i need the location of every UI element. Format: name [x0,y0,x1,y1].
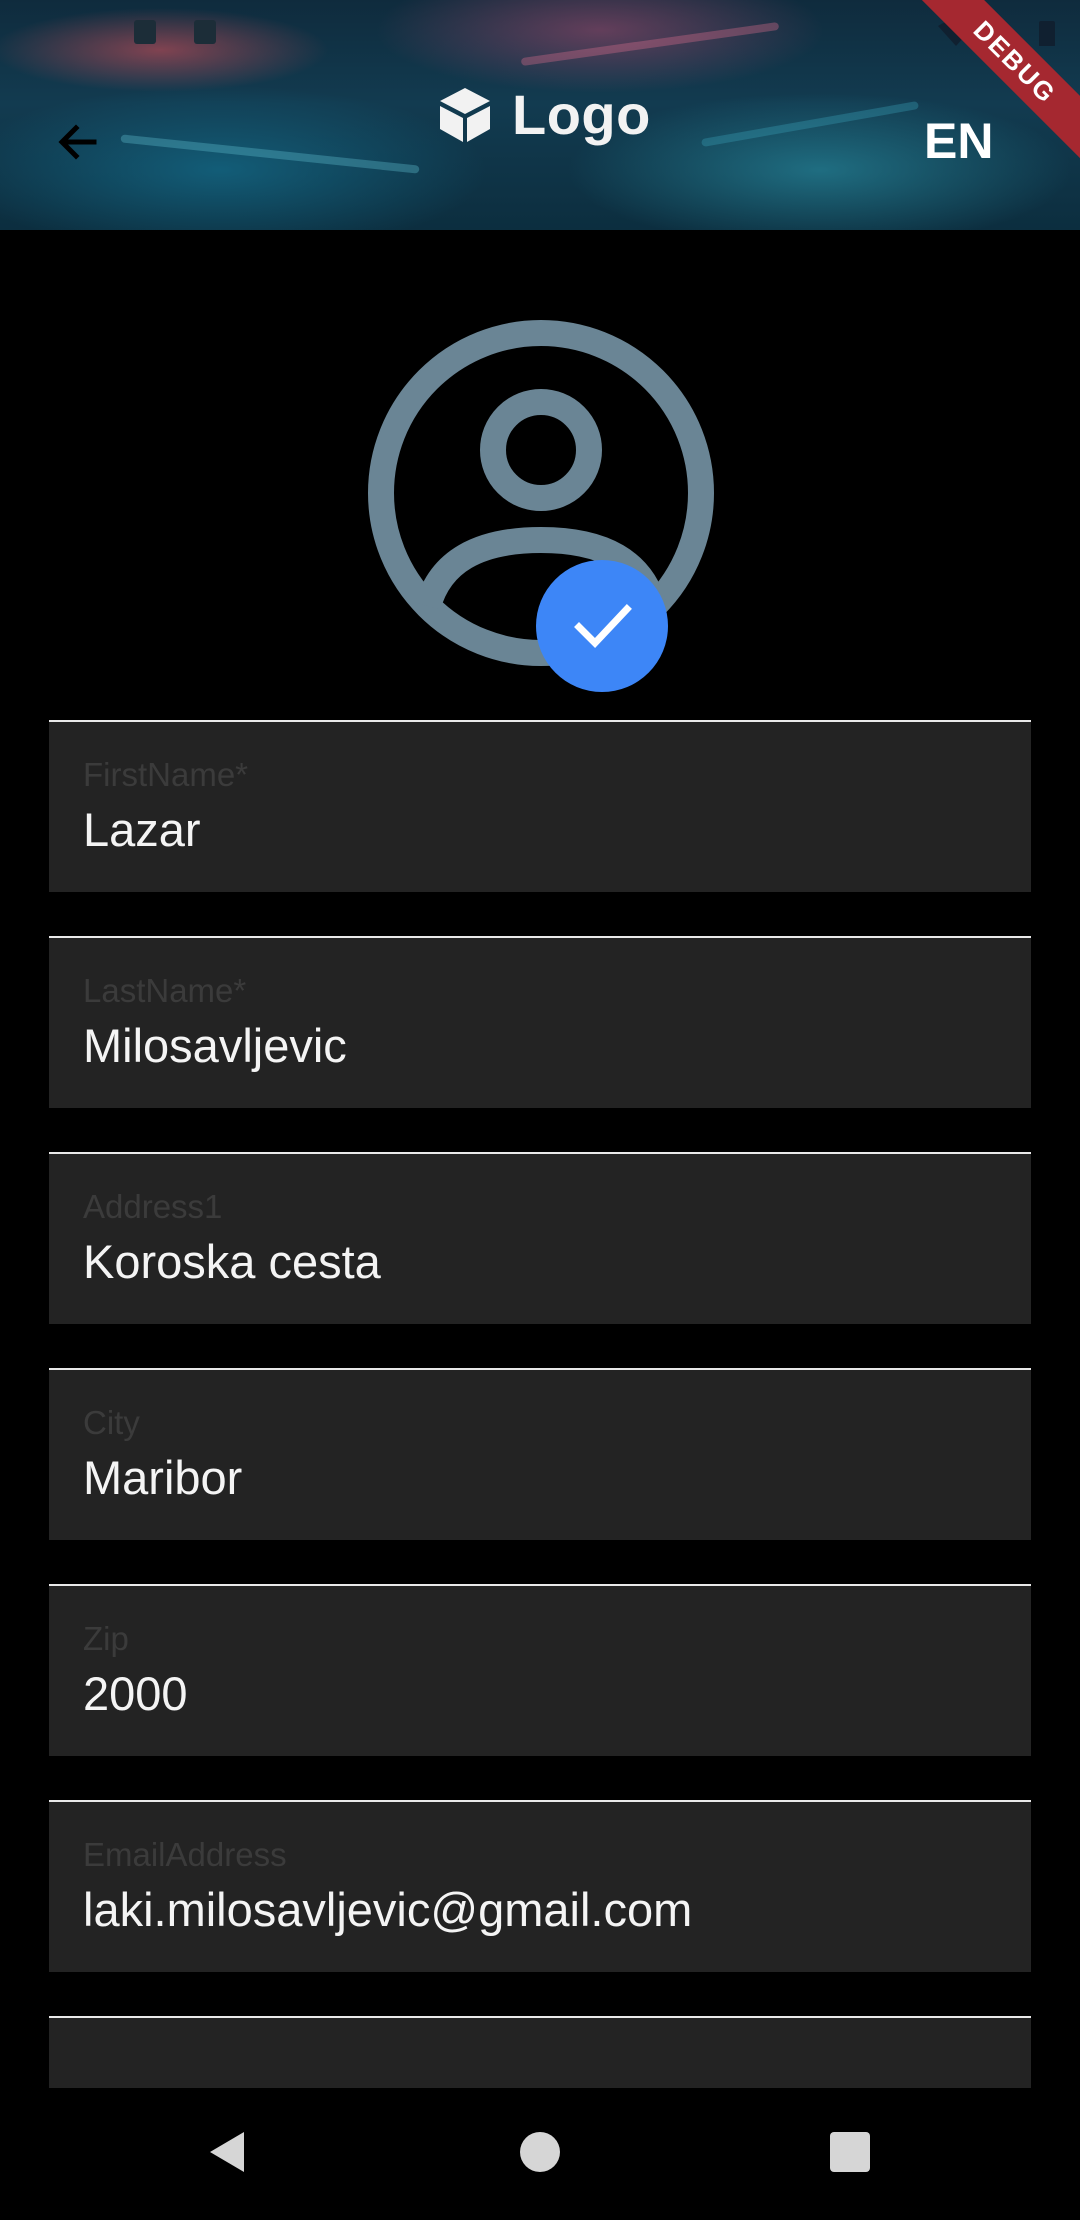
field-label: FirstName* [83,756,249,793]
field-value: laki.milosavljevic@gmail.com [83,1883,693,1936]
field-label: City [83,1404,140,1441]
nav-home-icon[interactable] [518,2128,562,2176]
logo-text: Logo [512,82,651,146]
city-field[interactable]: City Maribor [49,1368,1031,1540]
system-nav-bar [0,2088,1080,2220]
header-decoration [700,100,920,148]
language-selector[interactable]: EN [924,112,993,170]
field-value: Milosavljevic [83,1019,347,1072]
field-value: Lazar [83,803,201,856]
last-name-field[interactable]: LastName* Milosavljevic [49,936,1031,1108]
sim-icon [134,20,156,44]
nav-back-icon[interactable] [206,2128,248,2176]
first-name-field[interactable]: FirstName* Lazar [49,720,1031,892]
field-label: EmailAddress [83,1836,287,1873]
cube-icon [440,88,490,142]
zip-field[interactable]: Zip 2000 [49,1584,1031,1756]
field-value: Koroska cesta [83,1235,381,1288]
field-label: LastName* [83,972,247,1009]
field-value: 2000 [83,1667,188,1720]
battery-icon [1039,21,1055,46]
field-value: Maribor [83,1451,243,1504]
header-decoration [120,134,420,174]
address1-field[interactable]: Address1 Koroska cesta [49,1152,1031,1324]
field-label: Zip [83,1620,129,1657]
field-label: Address1 [83,1188,223,1225]
sd-icon [194,20,216,44]
nav-recents-icon[interactable] [828,2128,872,2176]
next-field-partial[interactable] [49,2016,1031,2092]
arrow-left-icon [58,124,97,160]
confirm-button[interactable] [536,560,668,692]
check-icon [574,604,632,649]
status-bar [0,0,1080,64]
app-logo: Logo [436,82,651,146]
back-button[interactable] [48,112,108,172]
email-field[interactable]: EmailAddress laki.milosavljevic@gmail.co… [49,1800,1031,1972]
app-header: Logo EN DEBUG [0,0,1080,230]
